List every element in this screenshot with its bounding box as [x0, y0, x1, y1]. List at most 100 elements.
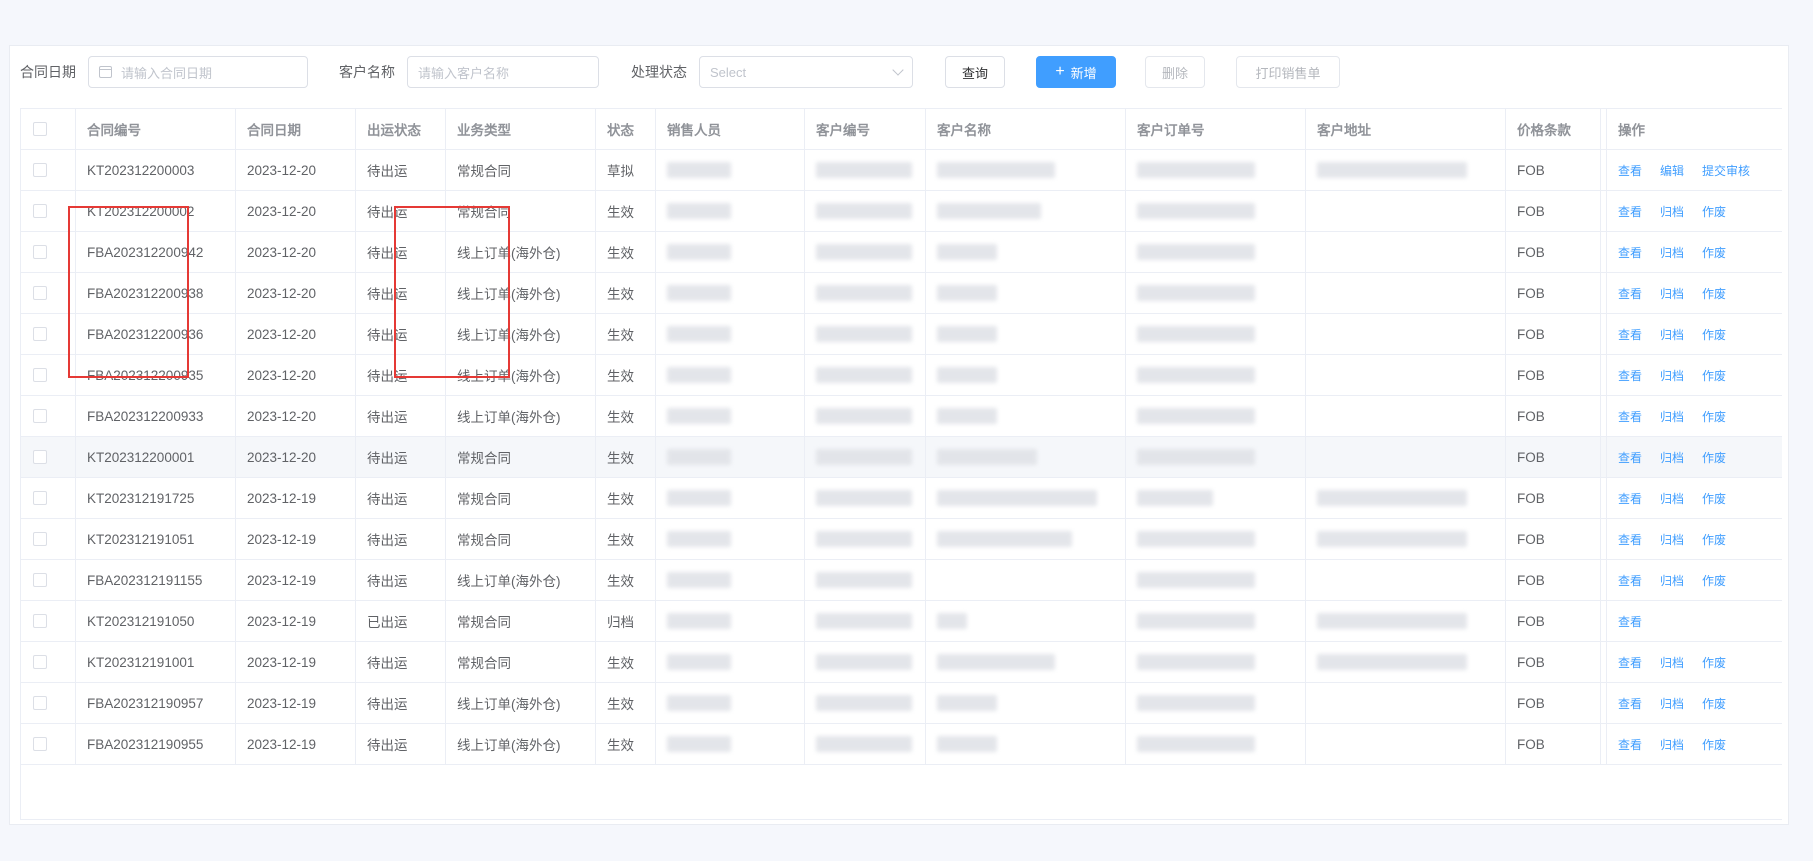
row-action-link[interactable]: 归档 — [1660, 695, 1684, 712]
row-action-link[interactable]: 作废 — [1702, 285, 1726, 302]
row-checkbox[interactable] — [33, 245, 47, 259]
status-select[interactable]: Select — [699, 56, 913, 88]
column-header[interactable]: 业务类型 — [446, 109, 596, 149]
row-action-link[interactable]: 提交审核 — [1702, 162, 1750, 179]
row-action-link[interactable]: 查看 — [1618, 654, 1642, 671]
row-checkbox[interactable] — [33, 573, 47, 587]
row-action-link[interactable]: 归档 — [1660, 408, 1684, 425]
row-action-link[interactable]: 归档 — [1660, 203, 1684, 220]
select-all-cell — [21, 109, 76, 149]
redacted-value — [937, 326, 997, 342]
row-action-link[interactable]: 编辑 — [1660, 162, 1684, 179]
row-action-link[interactable]: 查看 — [1618, 367, 1642, 384]
row-action-link[interactable]: 查看 — [1618, 572, 1642, 589]
column-header[interactable]: 价格条款 — [1506, 109, 1601, 149]
row-checkbox[interactable] — [33, 655, 47, 669]
delete-button[interactable]: 删除 — [1145, 56, 1205, 88]
column-header[interactable]: 状态 — [596, 109, 656, 149]
row-action-link[interactable]: 归档 — [1660, 367, 1684, 384]
redacted-cell — [656, 683, 805, 723]
redacted-value — [816, 695, 912, 711]
row-action-link[interactable]: 归档 — [1660, 244, 1684, 261]
row-action-link[interactable]: 作废 — [1702, 531, 1726, 548]
status-cell: 生效 — [596, 683, 656, 723]
row-action-link[interactable]: 查看 — [1618, 736, 1642, 753]
redacted-cell — [805, 314, 926, 354]
redacted-cell — [1126, 642, 1306, 682]
query-button[interactable]: 查询 — [945, 56, 1005, 88]
table-row: KT202312191001 2023-12-19 待出运 常规合同 生效 FOB 查看 归档… — [21, 642, 1782, 683]
row-action-link[interactable]: 归档 — [1660, 572, 1684, 589]
status-cell: 生效 — [596, 314, 656, 354]
redacted-cell — [656, 273, 805, 313]
column-header[interactable]: 出运状态 — [356, 109, 446, 149]
business-type-cell: 线上订单(海外仓) — [446, 232, 596, 272]
row-checkbox[interactable] — [33, 614, 47, 628]
row-checkbox[interactable] — [33, 286, 47, 300]
row-action-link[interactable]: 作废 — [1702, 736, 1726, 753]
row-checkbox[interactable] — [33, 368, 47, 382]
row-action-link[interactable]: 查看 — [1618, 326, 1642, 343]
row-action-link[interactable]: 归档 — [1660, 449, 1684, 466]
table-row: KT202312200003 2023-12-20 待出运 常规合同 草拟 FOB 查看 编辑… — [21, 150, 1782, 191]
row-action-link[interactable]: 作废 — [1702, 408, 1726, 425]
table-row: FBA202312200942 2023-12-20 待出运 线上订单(海外仓) 生效 F… — [21, 232, 1782, 273]
contract-date-input[interactable]: 请输入合同日期 — [88, 56, 308, 88]
row-action-link[interactable]: 作废 — [1702, 244, 1726, 261]
select-all-checkbox[interactable] — [33, 122, 47, 136]
row-action-link[interactable]: 归档 — [1660, 285, 1684, 302]
column-header[interactable]: 合同日期 — [236, 109, 356, 149]
row-action-link[interactable]: 作废 — [1702, 449, 1726, 466]
row-action-link[interactable]: 查看 — [1618, 449, 1642, 466]
row-action-link[interactable]: 作废 — [1702, 367, 1726, 384]
row-action-link[interactable]: 查看 — [1618, 490, 1642, 507]
row-checkbox[interactable] — [33, 696, 47, 710]
row-action-link[interactable]: 查看 — [1618, 695, 1642, 712]
row-actions: 查看 归档 作废 — [1618, 654, 1744, 671]
row-action-link[interactable]: 查看 — [1618, 285, 1642, 302]
column-header[interactable]: 客户地址 — [1306, 109, 1506, 149]
row-action-link[interactable]: 查看 — [1618, 408, 1642, 425]
row-action-link[interactable]: 作废 — [1702, 572, 1726, 589]
row-checkbox[interactable] — [33, 204, 47, 218]
column-header[interactable]: 合同编号 — [76, 109, 236, 149]
row-action-link[interactable]: 作废 — [1702, 654, 1726, 671]
row-action-link[interactable]: 作废 — [1702, 695, 1726, 712]
redacted-value — [816, 449, 912, 465]
row-action-link[interactable]: 查看 — [1618, 531, 1642, 548]
row-checkbox[interactable] — [33, 450, 47, 464]
row-checkbox[interactable] — [33, 532, 47, 546]
column-header[interactable]: 客户名称 — [926, 109, 1126, 149]
row-action-link[interactable]: 作废 — [1702, 326, 1726, 343]
business-type-cell: 线上订单(海外仓) — [446, 273, 596, 313]
print-sales-button[interactable]: 打印销售单 — [1236, 56, 1340, 88]
row-action-link[interactable]: 归档 — [1660, 326, 1684, 343]
row-checkbox[interactable] — [33, 163, 47, 177]
row-select-cell — [21, 150, 76, 190]
row-action-link[interactable]: 查看 — [1618, 613, 1642, 630]
row-checkbox[interactable] — [33, 491, 47, 505]
row-checkbox[interactable] — [33, 409, 47, 423]
redacted-cell — [805, 150, 926, 190]
customer-name-input[interactable]: 请输入客户名称 — [407, 56, 599, 88]
add-button[interactable]: + 新增 — [1036, 56, 1116, 88]
row-checkbox[interactable] — [33, 327, 47, 341]
row-action-link[interactable]: 查看 — [1618, 244, 1642, 261]
redacted-value — [667, 408, 731, 424]
row-action-link[interactable]: 归档 — [1660, 531, 1684, 548]
row-action-link[interactable]: 查看 — [1618, 162, 1642, 179]
column-header: 操作 — [1618, 123, 1645, 138]
contract-date-cell: 2023-12-19 — [236, 478, 356, 518]
row-action-link[interactable]: 归档 — [1660, 490, 1684, 507]
actions-cell: 查看 归档 作废 — [1607, 642, 1782, 682]
column-header[interactable]: 销售人员 — [656, 109, 805, 149]
column-header[interactable]: 客户订单号 — [1126, 109, 1306, 149]
row-action-link[interactable]: 归档 — [1660, 736, 1684, 753]
row-checkbox[interactable] — [33, 737, 47, 751]
row-action-link[interactable]: 归档 — [1660, 654, 1684, 671]
redacted-value — [937, 162, 1055, 178]
column-header[interactable]: 客户编号 — [805, 109, 926, 149]
row-action-link[interactable]: 作废 — [1702, 203, 1726, 220]
row-action-link[interactable]: 作废 — [1702, 490, 1726, 507]
row-action-link[interactable]: 查看 — [1618, 203, 1642, 220]
